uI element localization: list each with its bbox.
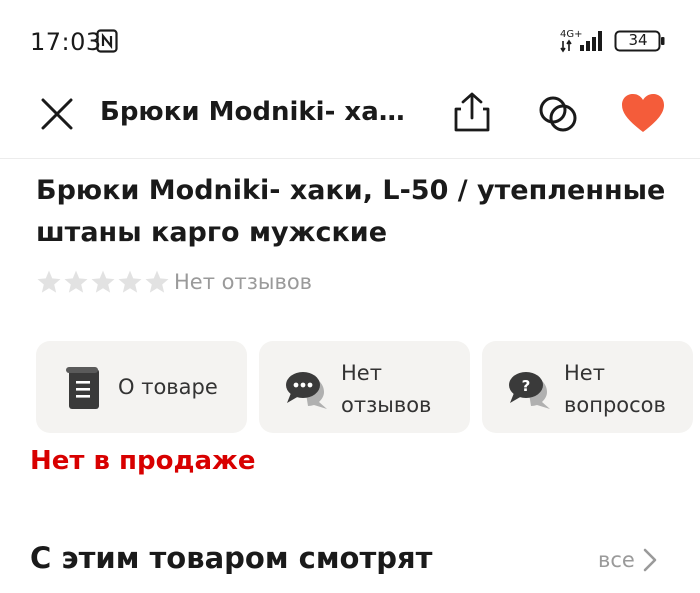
share-icon[interactable] (450, 90, 494, 134)
star-icon (64, 270, 88, 293)
rating-row[interactable]: Нет отзывов (36, 267, 312, 297)
reviews-card[interactable]: Нет отзывов (259, 341, 470, 433)
battery-level: 34 (628, 31, 648, 49)
reviews-card-label: Нет отзывов (341, 361, 432, 417)
star-icon (118, 270, 142, 293)
star-icon (145, 270, 169, 293)
question-bubble-icon: ? (509, 372, 550, 409)
rating-stars (36, 269, 170, 295)
see-all-link[interactable]: все (598, 547, 659, 573)
see-all-label: все (598, 548, 635, 572)
about-product-card[interactable]: О товаре (36, 341, 247, 433)
signal-icon: 4G+ (560, 29, 602, 53)
network-type: 4G+ (560, 29, 583, 40)
header-title: Брюки Modniki- хаки, L-50 / утепленные ш… (100, 97, 420, 127)
nfc-icon (96, 29, 118, 53)
compare-icon[interactable] (536, 92, 580, 136)
chevron-right-icon (643, 548, 657, 572)
availability-status: Нет в продаже (30, 446, 256, 476)
close-icon[interactable] (36, 93, 78, 135)
product-title: Брюки Modniki- хаки, L-50 / утепленные ш… (36, 175, 666, 248)
svg-text:?: ? (522, 377, 531, 395)
app-header: Брюки Modniki- хаки, L-50 / утепленные ш… (0, 80, 700, 159)
favorite-heart-icon[interactable] (620, 92, 666, 136)
star-icon (37, 270, 61, 293)
reviews-label: Нет отзывов (174, 270, 313, 294)
questions-card-label: Нет вопросов (564, 361, 666, 417)
related-section-title: С этим товаром смотрят (30, 541, 433, 575)
questions-card[interactable]: ? Нет вопросов (482, 341, 693, 433)
chat-bubble-icon (286, 372, 327, 409)
status-time: 17:03 (30, 28, 102, 56)
about-product-label: О товаре (118, 375, 218, 399)
status-bar: 17:03 4G+ 34 (0, 0, 700, 80)
document-icon (66, 367, 99, 409)
info-cards: О товаре Нет отзывов ? Нет вопросов (36, 341, 693, 433)
star-icon (91, 270, 115, 293)
